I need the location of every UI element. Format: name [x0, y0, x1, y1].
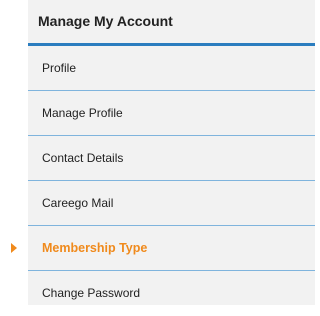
menu-item-label: Contact Details — [42, 151, 124, 165]
menu-item-membership-type[interactable]: Membership Type — [11, 226, 315, 271]
menu-item-change-password[interactable]: Change Password — [28, 271, 315, 316]
menu-item-label: Careego Mail — [42, 196, 114, 210]
caret-right-icon — [11, 243, 17, 253]
menu-item-label: Change Password — [42, 286, 141, 300]
menu-item-careego-mail[interactable]: Careego Mail — [28, 181, 315, 226]
menu-item-contact-details[interactable]: Contact Details — [28, 136, 315, 181]
account-menu: Profile Manage Profile Contact Details C… — [11, 46, 315, 316]
sidebar-title: Manage My Account — [28, 0, 315, 46]
menu-item-label: Profile — [42, 61, 77, 75]
menu-item-profile[interactable]: Profile — [28, 46, 315, 91]
account-sidebar: Manage My Account Profile Manage Profile… — [11, 0, 315, 305]
menu-item-label: Manage Profile — [42, 106, 123, 120]
menu-item-label: Membership Type — [42, 241, 148, 255]
menu-item-manage-profile[interactable]: Manage Profile — [28, 91, 315, 136]
